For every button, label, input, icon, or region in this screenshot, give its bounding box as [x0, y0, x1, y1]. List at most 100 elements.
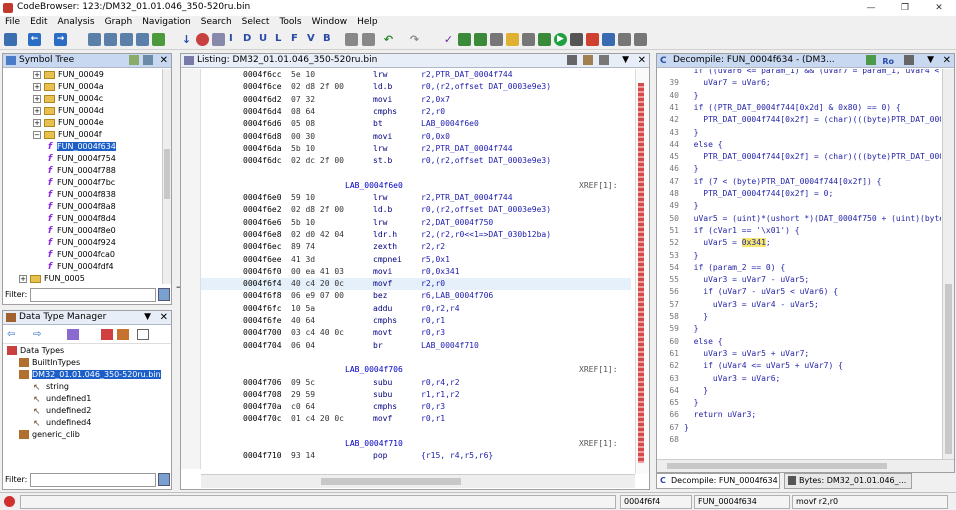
listing-row[interactable]: 0004f6d4 08 64 cmphs r2,r0 — [201, 106, 631, 118]
graph-icon[interactable] — [490, 33, 503, 46]
nav-prev-icon[interactable] — [88, 33, 101, 46]
listing-row[interactable]: 0004f6e6 5b 10 lrw r2,DAT_0004f750 — [201, 217, 631, 229]
datatype-item[interactable]: generic_clib — [19, 429, 80, 441]
symbol-folder-item[interactable]: + FUN_0004c — [33, 93, 103, 105]
listing-row[interactable]: 0004f710 93 14 pop {r15, r4,r5,r6} — [201, 450, 631, 462]
menu-file[interactable]: File — [0, 16, 25, 30]
menu-window[interactable]: Window — [307, 16, 353, 30]
datatype-item[interactable]: ↖ undefined4 — [33, 417, 91, 429]
decompile-line[interactable]: if ((uVar6 <= param_1) && (uVar7 = param… — [659, 69, 941, 77]
nav-instr-icon[interactable] — [136, 33, 149, 46]
listing-row[interactable]: 0004f706 09 5c subu r0,r4,r2 — [201, 377, 631, 389]
symbol-folder-item[interactable]: + FUN_00049 — [33, 69, 104, 81]
listing-row[interactable] — [201, 352, 631, 364]
menu-navigation[interactable]: Navigation — [137, 16, 196, 30]
symbol-tree-scrollbar[interactable] — [162, 69, 171, 284]
symbol-function-item[interactable]: f FUN_0004f8e0 — [45, 225, 116, 237]
listing-body[interactable]: 0004f6cc 5e 10 lrw r2,PTR_DAT_0004f744 0004f… — [201, 69, 631, 474]
listing-menu-icon[interactable]: ▼ — [622, 54, 629, 67]
decompile-line[interactable]: 66 return uVar3; — [659, 409, 756, 421]
listing-fields-icon[interactable] — [599, 55, 609, 65]
nav-data-icon[interactable] — [120, 33, 133, 46]
menu-help[interactable]: Help — [352, 16, 383, 30]
run-icon[interactable]: ▶ — [554, 33, 567, 46]
tab-decompile[interactable]: C Decompile: FUN_0004f634 — [656, 473, 780, 489]
decompile-line[interactable]: 49 } — [659, 200, 698, 212]
expand-icon[interactable]: + — [33, 118, 41, 127]
menu-tools[interactable]: Tools — [274, 16, 306, 30]
expand-icon[interactable]: + — [33, 106, 41, 115]
define-instruction-icon[interactable]: I — [229, 33, 233, 44]
decompile-line[interactable]: 60 else { — [659, 336, 722, 348]
listing-overview-bar[interactable] — [635, 69, 649, 474]
window-icon[interactable] — [618, 33, 631, 46]
listing-row[interactable]: 0004f6f0 00 ea 41 03 movi r0,0x341 — [201, 266, 631, 278]
listing-row[interactable]: 0004f6f4 40 c4 20 0c movf r2,r0 — [201, 278, 631, 291]
nav-func-icon[interactable] — [152, 33, 165, 46]
decompile-line[interactable]: 40 } — [659, 90, 698, 102]
decompile-line[interactable]: 64 } — [659, 385, 708, 397]
decompile-line[interactable]: 42 PTR_DAT_0004f744[0x2f] = (char)(((byt… — [659, 114, 941, 126]
diff-icon[interactable] — [586, 33, 599, 46]
listing-row[interactable]: 0004f6e8 02 d0 42 04 ldr.h r2,(r2,r0<<1=>DA… — [201, 229, 631, 241]
decompile-line[interactable]: 61 uVar3 = uVar5 + uVar7; — [659, 348, 809, 360]
listing-row[interactable]: 0004f6e0 59 10 lrw r2,PTR_DAT_0004f744 — [201, 192, 631, 204]
listing-row[interactable]: 0004f6ec 89 74 zexth r2,r2 — [201, 241, 631, 253]
listing-row[interactable]: 0004f704 06 04 br LAB_0004f710 — [201, 340, 631, 352]
symbol-filter-input[interactable] — [30, 288, 156, 302]
dtm-commit-icon[interactable] — [67, 329, 79, 340]
listing-row[interactable] — [201, 426, 631, 438]
decompile-line[interactable]: 58 } — [659, 311, 708, 323]
listing-snapshot-icon[interactable] — [583, 55, 593, 65]
symbol-function-item[interactable]: f FUN_0004f838 — [45, 189, 116, 201]
expand-icon[interactable]: + — [33, 70, 41, 79]
define-data-icon[interactable]: D — [243, 33, 251, 44]
status-error-icon[interactable] — [4, 496, 15, 507]
listing-row[interactable]: 0004f6ce 02 d8 2f 00 ld.b r0,(r2,offset DAT… — [201, 81, 631, 93]
listing-xref[interactable]: XREF[1]: — [579, 364, 618, 376]
listing-row[interactable]: 0004f6dc 02 dc 2f 00 st.b r0,(r2,offset DAT… — [201, 155, 631, 167]
symbol-folder-item[interactable]: + FUN_0004a — [33, 81, 104, 93]
listing-row[interactable] — [201, 167, 631, 179]
collapse-icon[interactable]: − — [33, 130, 41, 139]
decompile-line[interactable]: 50 uVar5 = (uint)*(ushort *)(DAT_0004f75… — [659, 213, 941, 225]
listing-row[interactable]: LAB_0004f6e0 XREF[1]: — [201, 180, 631, 192]
decompile-line[interactable]: 41 if ((PTR_DAT_0004f744[0x2d] & 0x80) =… — [659, 102, 900, 114]
bookmark-icon[interactable] — [458, 33, 471, 46]
symbol-folder-item[interactable]: + FUN_0004d — [33, 105, 104, 117]
listing-row[interactable]: LAB_0004f706 XREF[1]: — [201, 364, 631, 376]
dtm-filter-options-icon[interactable] — [158, 473, 170, 486]
close-panel-icon[interactable]: ✕ — [160, 54, 168, 67]
decompile-close-icon[interactable]: ✕ — [943, 54, 951, 67]
dtm-filter-input[interactable] — [30, 473, 156, 487]
expand-icon[interactable]: + — [33, 82, 41, 91]
listing-row[interactable]: 0004f6d2 07 32 movi r2,0x7 — [201, 94, 631, 106]
script-icon[interactable] — [474, 33, 487, 46]
clear-icon[interactable] — [196, 33, 209, 46]
listing-row[interactable]: 0004f6ee 41 3d cmpnei r5,0x1 — [201, 254, 631, 266]
dtm-arrows-icon[interactable] — [117, 329, 129, 340]
decompile-ro-icon[interactable]: Ro — [882, 55, 894, 67]
decompile-line[interactable]: 54 if (param_2 == 0) { — [659, 262, 785, 274]
tab-bytes[interactable]: Bytes: DM32_01.01.046_... — [784, 473, 912, 489]
listing-row[interactable]: 0004f6fc 10 5a addu r0,r2,r4 — [201, 303, 631, 315]
folder-icon[interactable] — [506, 33, 519, 46]
dtm-close-icon[interactable]: ✕ — [160, 311, 168, 324]
function-icon[interactable]: F — [291, 33, 298, 44]
datatype-item[interactable]: Data Types — [7, 345, 64, 357]
decompile-refresh-icon[interactable] — [866, 55, 876, 65]
listing-copy-icon[interactable] — [567, 55, 577, 65]
symbol-function-item[interactable]: f FUN_0004f7bc — [45, 177, 115, 189]
redo-icon[interactable]: ↷ — [408, 33, 421, 46]
decompile-line[interactable]: 63 uVar3 = uVar6; — [659, 373, 780, 385]
decompile-copy-icon[interactable] — [904, 55, 914, 65]
listing-label[interactable]: LAB_0004f6e0 — [345, 180, 403, 192]
listing-row[interactable]: 0004f6f8 06 e9 07 00 bez r6,LAB_0004f706 — [201, 290, 631, 302]
listing-row[interactable]: 0004f6da 5b 10 lrw r2,PTR_DAT_0004f744 — [201, 143, 631, 155]
menu-edit[interactable]: Edit — [25, 16, 52, 30]
listing-row[interactable]: 0004f700 03 c4 40 0c movt r0,r3 — [201, 327, 631, 339]
undefine-icon[interactable]: U — [259, 33, 267, 44]
listing-row[interactable]: LAB_0004f710 XREF[1]: — [201, 438, 631, 450]
label-icon[interactable]: L — [275, 33, 281, 44]
symbol-function-item[interactable]: f FUN_0004f634 — [45, 141, 116, 153]
